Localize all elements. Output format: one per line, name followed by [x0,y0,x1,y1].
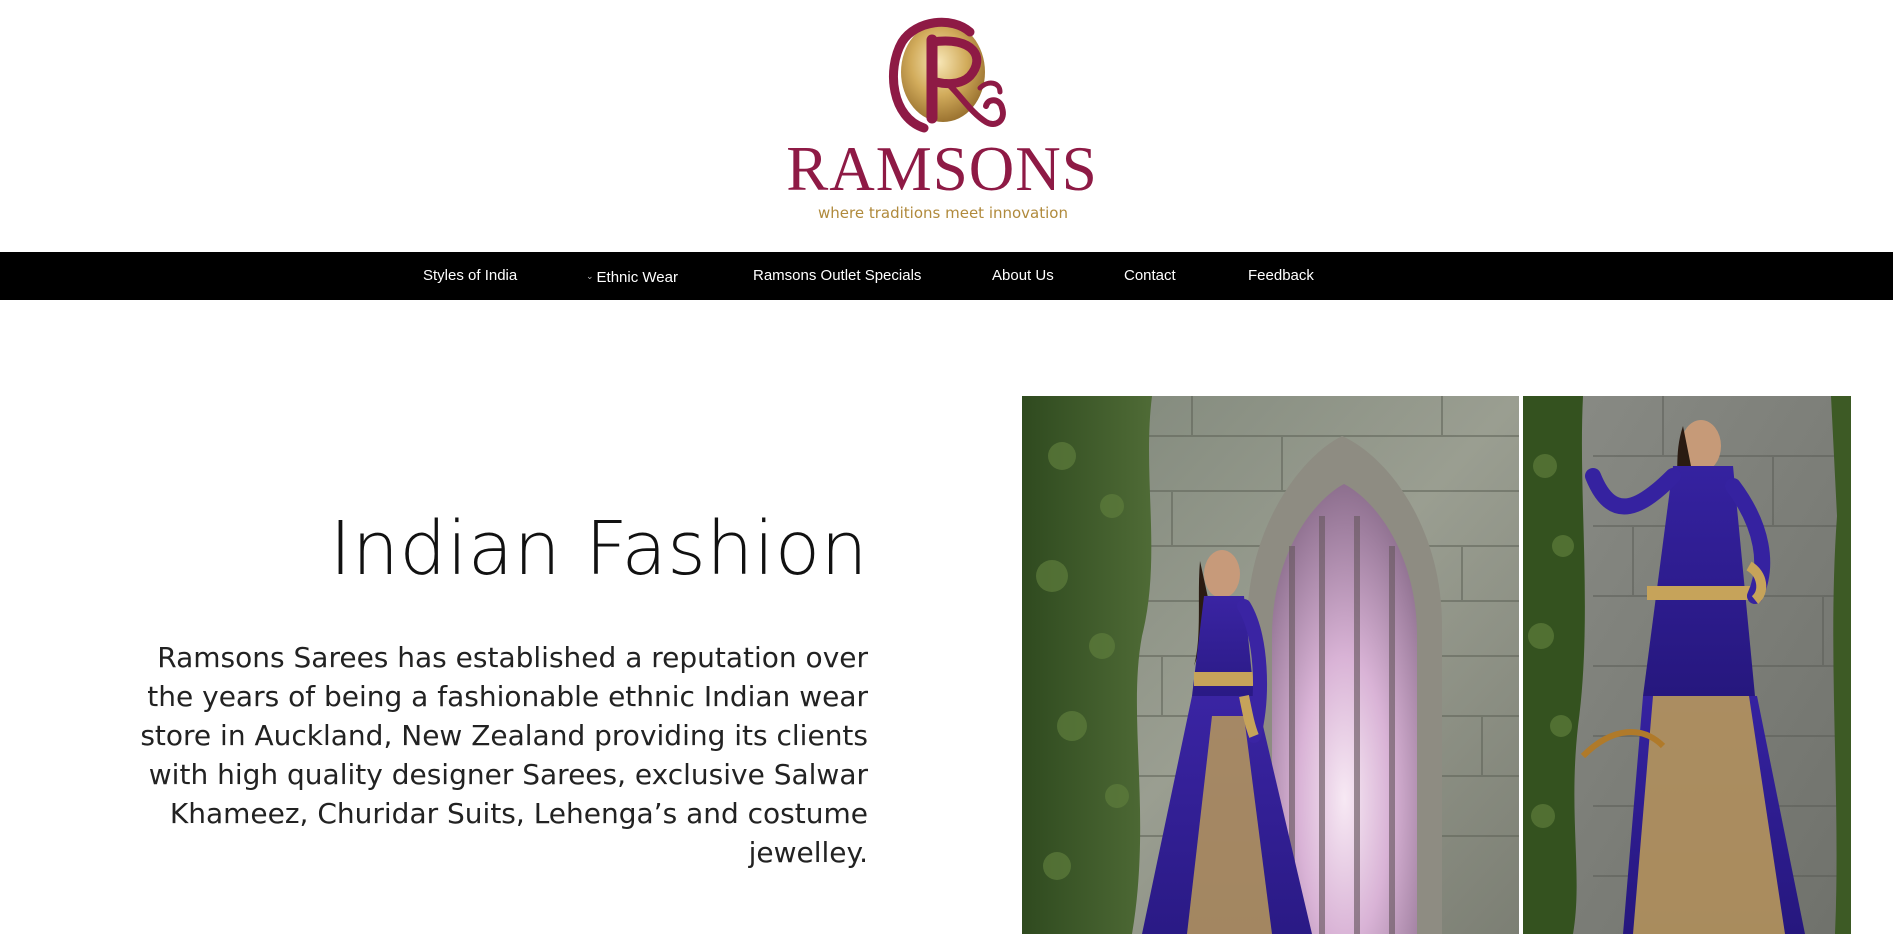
ramsons-logo[interactable]: RAMSONS where traditions meet innovation [774,10,1124,221]
chevron-down-icon: ⌄ [586,271,594,281]
nav-item-label: Feedback [1248,267,1314,284]
logo-wordmark: RAMSONS [786,134,1098,204]
logo-tagline: where traditions meet innovation [818,204,1068,222]
nav-item-label: About Us [992,267,1054,284]
nav-item-ethnic-wear[interactable]: ⌄ Ethnic Wear [586,252,678,300]
nav-item-outlet-specials[interactable]: Ramsons Outlet Specials [753,252,921,300]
intro-paragraph: Ramsons Sarees has established a reputat… [140,641,868,869]
nav-item-label: Ramsons Outlet Specials [753,267,922,284]
nav-item-label: Styles of India [423,267,518,284]
logo-monogram-icon [888,17,1006,133]
site-header: RAMSONS where traditions meet innovation [0,0,1893,252]
nav-item-styles-of-india[interactable]: Styles of India [423,252,517,300]
page: RAMSONS where traditions meet innovation… [0,0,1893,934]
nav-item-feedback[interactable]: Feedback [1248,252,1314,300]
fashion-photo-stone-wall [1523,396,1851,934]
nav-item-about-us[interactable]: About Us [992,252,1054,300]
nav-item-label: Contact [1124,267,1176,284]
fashion-photo-archway [1022,396,1519,934]
fashion-photo-collage [1022,396,1851,934]
page-title: Indian Fashion [329,505,868,592]
main-nav: Styles of India ⌄ Ethnic Wear Ramsons Out… [0,252,1893,300]
nav-item-contact[interactable]: Contact [1124,252,1176,300]
nav-item-label: Ethnic Wear [596,269,678,286]
